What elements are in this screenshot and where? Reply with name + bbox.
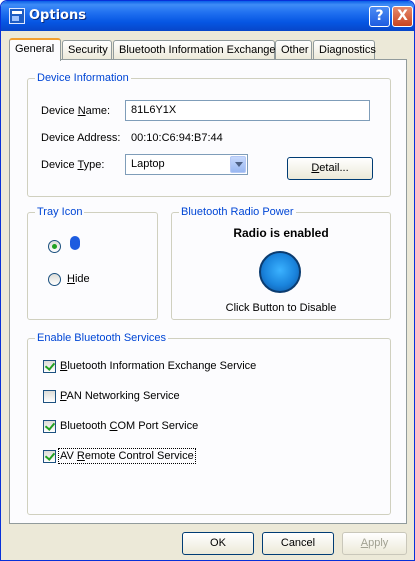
ok-button[interactable]: OK [182,532,254,555]
hide-icon-radio[interactable] [48,273,61,286]
close-button[interactable]: X [392,6,413,27]
av-remote-control-checkbox[interactable] [43,450,56,463]
options-dialog: Options ? X General Security Bluetooth I… [0,0,415,561]
bluetooth-information-exchange-label[interactable]: Bluetooth Information Exchange Service [60,360,256,372]
pan-networking-label[interactable]: PAN Networking Service [60,390,180,402]
chevron-down-icon[interactable] [230,156,246,173]
window-title: Options [29,8,86,23]
radio-power-button[interactable] [259,251,301,293]
show-icon-radio[interactable] [48,240,61,253]
help-button[interactable]: ? [369,6,390,27]
tray-icon-group: Tray Icon Hide [27,206,158,320]
general-tab-panel: Device Information Device Name: 81L6Y1X … [9,59,407,524]
cancel-button[interactable]: Cancel [262,532,334,555]
bluetooth-com-port-checkbox[interactable] [43,420,56,433]
options-app-icon [9,8,25,24]
tray-icon-title: Tray Icon [35,206,85,219]
av-remote-control-label[interactable]: AV Remote Control Service [58,448,196,464]
apply-button[interactable]: Apply [342,532,407,555]
device-type-value: Laptop [131,158,165,170]
tab-security[interactable]: Security [62,40,112,60]
bluetooth-icon [70,236,80,250]
tab-other[interactable]: Other [275,40,312,60]
bluetooth-radio-power-title: Bluetooth Radio Power [179,206,296,219]
radio-power-hint: Click Button to Disable [225,302,337,314]
tab-diagnostics[interactable]: Diagnostics [313,40,376,60]
device-type-label: Device Type: [41,159,105,171]
device-information-title: Device Information [35,72,131,85]
device-address-label: Device Address: [41,132,121,144]
enable-bluetooth-services-group: Enable Bluetooth Services Bluetooth Info… [27,332,391,515]
device-name-field[interactable]: 81L6Y1X [125,100,370,121]
enable-bluetooth-services-title: Enable Bluetooth Services [35,332,169,345]
tab-bluetooth-information-exchanger[interactable]: Bluetooth Information Exchanger [113,40,279,60]
tab-general[interactable]: General [9,38,61,61]
device-type-select[interactable]: Laptop [125,154,248,175]
title-bar[interactable]: Options ? X [1,1,414,31]
detail-button[interactable]: Detail... [287,157,373,180]
radio-status: Radio is enabled [233,226,329,240]
bluetooth-com-port-label[interactable]: Bluetooth COM Port Service [60,420,198,432]
device-address-value: 00:10:C6:94:B7:44 [131,132,223,144]
pan-networking-checkbox[interactable] [43,390,56,403]
bluetooth-radio-power-group: Bluetooth Radio Power Radio is enabled C… [171,206,391,320]
device-information-group: Device Information Device Name: 81L6Y1X … [27,72,391,197]
bluetooth-information-exchange-checkbox[interactable] [43,360,56,373]
device-name-label: Device Name: [41,105,111,117]
tab-strip: General Security Bluetooth Information E… [9,38,409,61]
hide-label: Hide [67,273,90,285]
